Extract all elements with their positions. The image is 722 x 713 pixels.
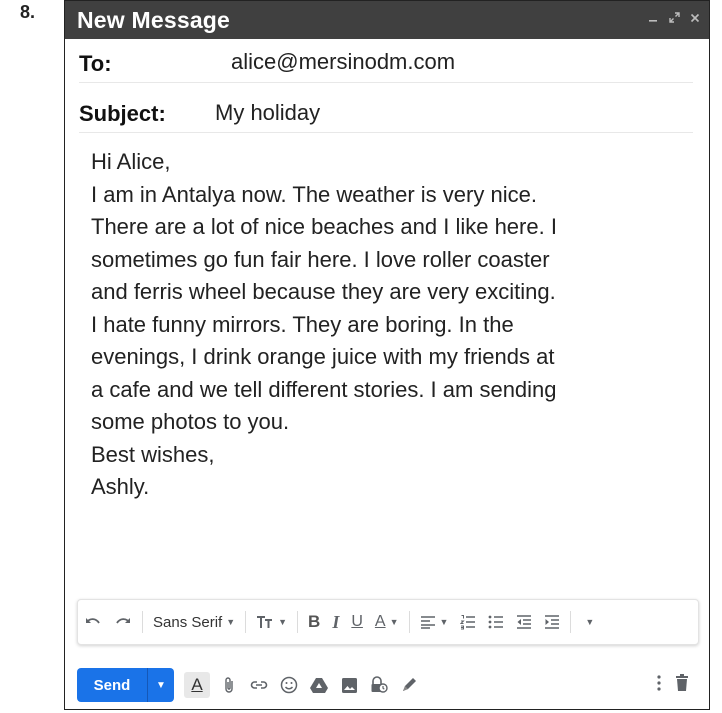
expand-icon[interactable] [668,11,680,26]
body-line: Hi Alice, [91,149,171,174]
compose-tools: A [184,672,420,698]
emoji-icon[interactable] [278,672,300,698]
message-body[interactable]: Hi Alice, I am in Antalya now. The weath… [91,146,691,504]
toolbar-divider [142,611,143,633]
insert-link-icon[interactable] [248,672,270,698]
text-color-letter: A [374,613,386,630]
compose-window: New Message To: alice@mersinodm.com Subj… [64,0,710,710]
toolbar-divider [245,611,247,633]
indent-more-icon[interactable] [538,608,566,636]
body-line: a cafe and we tell different stories. I … [91,376,557,402]
body-line: sometimes go fun fair here. I love rolle… [91,246,550,272]
font-size-button[interactable]: ▼ [250,608,293,636]
to-field[interactable]: To: alice@mersinodm.com [79,42,693,83]
bold-button[interactable]: B [302,608,326,636]
body-line: I am in Antalya now. The weather is very… [91,181,537,207]
window-controls [647,11,701,26]
formatting-options-letter: A [191,675,203,694]
chevron-down-icon: ▼ [156,679,166,691]
question-number: 8. [20,2,36,22]
compose-title: New Message [77,7,231,33]
font-family-select[interactable]: Sans Serif ▼ [147,608,241,636]
font-family-value: Sans Serif [153,613,223,631]
subject-field[interactable]: Subject: My holiday [79,92,693,133]
body-line: Best wishes, [91,441,215,467]
close-icon[interactable] [689,11,701,26]
to-label: To: [79,51,112,76]
toolbar-divider [408,611,410,633]
toolbar-divider [297,611,299,633]
compose-title-bar[interactable]: New Message [65,1,709,39]
attach-file-icon[interactable] [218,672,240,698]
subject-input[interactable]: My holiday [215,100,320,126]
italic-button[interactable]: I [326,608,345,636]
minimize-icon[interactable] [647,11,659,26]
chevron-down-icon: ▼ [585,617,595,627]
to-recipient[interactable]: alice@mersinodm.com [231,49,455,75]
google-drive-icon[interactable] [308,672,330,698]
chevron-down-icon: ▼ [439,617,449,627]
body-line: some photos to you. [91,409,290,434]
signature-pen-icon[interactable] [398,672,420,698]
subject-label: Subject: [79,101,166,126]
send-options-button[interactable]: ▼ [147,668,174,702]
numbered-list-icon[interactable] [454,608,482,636]
undo-icon[interactable] [78,608,108,636]
send-button[interactable]: Send [77,668,147,702]
redo-icon[interactable] [108,608,138,636]
confidential-mode-icon[interactable] [368,672,390,698]
indent-less-icon[interactable] [510,608,538,636]
body-line: evenings, I drink orange juice with my f… [91,344,555,369]
bulleted-list-icon[interactable] [482,608,510,636]
more-formatting-button[interactable]: ▼ [575,608,600,636]
formatting-options-button[interactable]: A [184,672,210,698]
trash-icon[interactable] [675,673,689,697]
align-button[interactable]: ▼ [414,608,455,636]
more-options-icon[interactable] [657,674,661,696]
chevron-down-icon: ▼ [389,617,399,627]
text-color-button[interactable]: A ▼ [369,608,405,636]
compose-right-tools [657,673,697,697]
body-line: I hate funny mirrors. They are boring. I… [91,311,514,337]
underline-button[interactable]: U [345,608,369,636]
body-line: and ferris wheel because they are very e… [91,279,556,304]
chevron-down-icon: ▼ [278,617,288,627]
formatting-toolbar: Sans Serif ▼ ▼ B I U A ▼ ▼ ▼ [77,599,699,645]
insert-photo-icon[interactable] [338,672,360,698]
body-line: There are a lot of nice beaches and I li… [91,214,557,239]
toolbar-divider [570,611,572,633]
send-button-group: Send ▼ [77,668,174,702]
chevron-down-icon: ▼ [226,617,236,627]
compose-action-bar: Send ▼ A [77,668,697,702]
body-line: Ashly. [91,474,150,499]
